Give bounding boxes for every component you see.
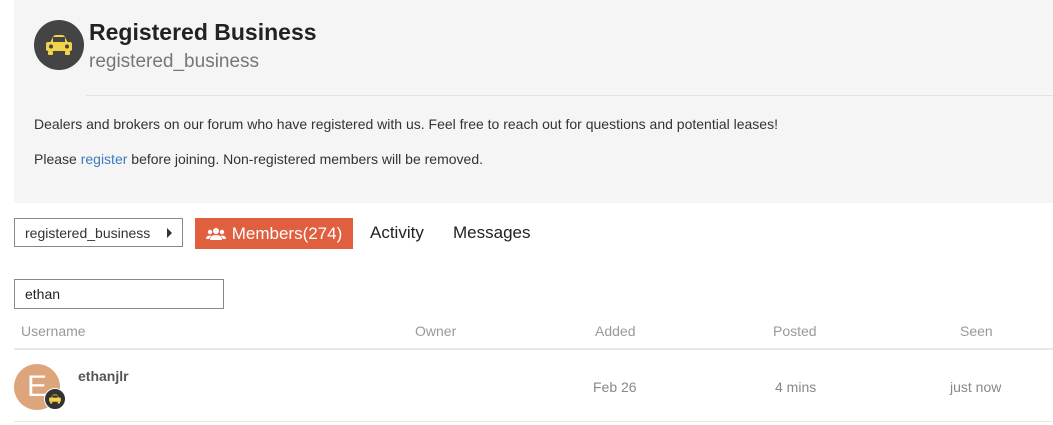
tab-messages[interactable]: Messages [453, 223, 530, 243]
notice-prefix: Please [34, 151, 81, 167]
register-link[interactable]: register [81, 151, 128, 167]
group-slug: registered_business [89, 51, 260, 72]
caret-right-icon [167, 228, 172, 238]
column-header-posted[interactable]: Posted [773, 323, 817, 339]
column-header-owner[interactable]: Owner [415, 323, 456, 339]
member-seen: just now [950, 379, 1002, 395]
group-description: Dealers and brokers on our forum who hav… [34, 116, 778, 132]
row-divider [14, 421, 1053, 422]
column-header-added[interactable]: Added [595, 323, 635, 339]
car-badge-icon [44, 388, 66, 410]
member-search-input[interactable] [14, 279, 224, 309]
users-icon [205, 227, 226, 240]
group-notice: Please register before joining. Non-regi… [34, 151, 483, 167]
notice-suffix: before joining. Non-registered members w… [127, 151, 483, 167]
member-added: Feb 26 [593, 379, 637, 395]
group-avatar [34, 20, 84, 70]
car-icon [49, 394, 61, 404]
tab-activity[interactable]: Activity [370, 223, 424, 243]
car-icon [46, 35, 72, 55]
tab-members-label: Members(274) [231, 223, 343, 243]
table-header-divider [14, 348, 1053, 350]
member-username[interactable]: ethanjlr [78, 368, 129, 384]
group-breadcrumb-select[interactable]: registered_business [14, 218, 183, 247]
breadcrumb-label: registered_business [25, 224, 151, 241]
header-divider [86, 95, 1053, 96]
column-header-seen[interactable]: Seen [960, 323, 993, 339]
group-header: Registered Business registered_business … [14, 0, 1053, 203]
member-posted: 4 mins [775, 379, 817, 395]
column-header-username[interactable]: Username [21, 323, 86, 339]
tab-members[interactable]: Members(274) [195, 218, 353, 249]
group-title: Registered Business [89, 19, 317, 45]
